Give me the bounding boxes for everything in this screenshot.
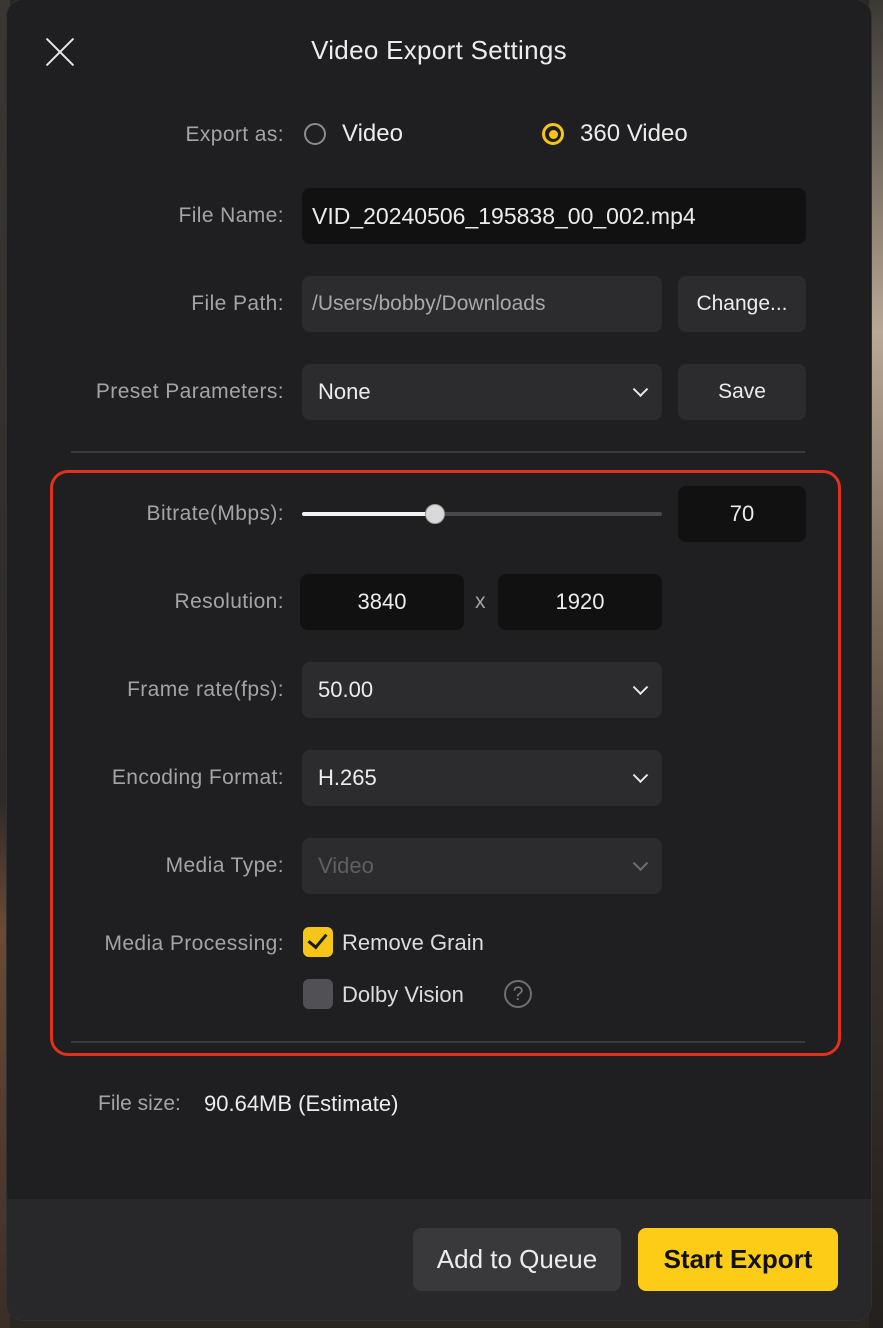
help-icon[interactable]: ? xyxy=(504,980,532,1008)
checkbox-box[interactable] xyxy=(303,979,333,1009)
frame-rate-value: 50.00 xyxy=(318,677,374,702)
check-icon[interactable] xyxy=(303,927,333,957)
chevron-down-icon xyxy=(632,381,649,398)
resolution-label: Resolution: xyxy=(174,590,284,613)
start-export-button[interactable]: Start Export xyxy=(638,1228,838,1291)
encoding-select[interactable]: H.265 xyxy=(302,750,662,806)
resolution-width-input[interactable]: 3840 xyxy=(300,574,464,630)
media-type-select: Video xyxy=(302,838,662,894)
encoding-value: H.265 xyxy=(318,765,377,790)
resolution-height-input[interactable]: 1920 xyxy=(498,574,662,630)
file-name-input[interactable]: VID_20240506_195838_00_002.mp4 xyxy=(302,188,806,244)
chevron-down-icon xyxy=(632,855,649,872)
file-path-field: /Users/bobby/Downloads xyxy=(302,276,662,332)
divider-bottom xyxy=(71,1041,805,1043)
export-as-label: Export as: xyxy=(185,123,284,146)
media-processing-label: Media Processing: xyxy=(104,932,284,955)
divider-top xyxy=(71,451,805,453)
bitrate-slider[interactable] xyxy=(302,504,662,524)
file-size-value: 90.64MB (Estimate) xyxy=(204,1091,399,1116)
media-type-value: Video xyxy=(318,853,374,878)
remove-grain-label[interactable]: Remove Grain xyxy=(342,930,484,956)
file-path-label: File Path: xyxy=(191,292,284,315)
export-dialog: Video Export Settings Export as: Video 3… xyxy=(7,0,871,1320)
dialog-title: Video Export Settings xyxy=(311,35,567,65)
bitrate-slider-fill xyxy=(302,512,436,516)
preset-select-value: None xyxy=(318,379,371,404)
frame-rate-select[interactable]: 50.00 xyxy=(302,662,662,718)
change-path-button[interactable]: Change... xyxy=(678,276,806,332)
background-right-edge xyxy=(869,0,883,1328)
chevron-down-icon xyxy=(632,767,649,784)
file-name-label: File Name: xyxy=(178,204,284,227)
preset-select[interactable]: None xyxy=(302,364,662,420)
dolby-vision-label[interactable]: Dolby Vision xyxy=(342,982,464,1008)
chevron-down-icon xyxy=(632,679,649,696)
preset-label: Preset Parameters: xyxy=(95,380,284,403)
bitrate-label: Bitrate(Mbps): xyxy=(146,502,284,525)
add-to-queue-button[interactable]: Add to Queue xyxy=(413,1228,621,1291)
radio-360-video-circle[interactable] xyxy=(542,123,564,145)
radio-360-video-label[interactable]: 360 Video xyxy=(580,120,688,148)
bitrate-input[interactable]: 70 xyxy=(678,486,806,542)
resolution-separator: x xyxy=(475,590,486,613)
file-size-label: File size: xyxy=(98,1092,181,1115)
radio-video-circle[interactable] xyxy=(304,123,326,145)
save-preset-button[interactable]: Save xyxy=(678,364,806,420)
frame-rate-label: Frame rate(fps): xyxy=(127,678,284,701)
encoding-label: Encoding Format: xyxy=(111,766,284,789)
radio-video-label[interactable]: Video xyxy=(342,120,403,148)
media-type-label: Media Type: xyxy=(165,854,284,877)
